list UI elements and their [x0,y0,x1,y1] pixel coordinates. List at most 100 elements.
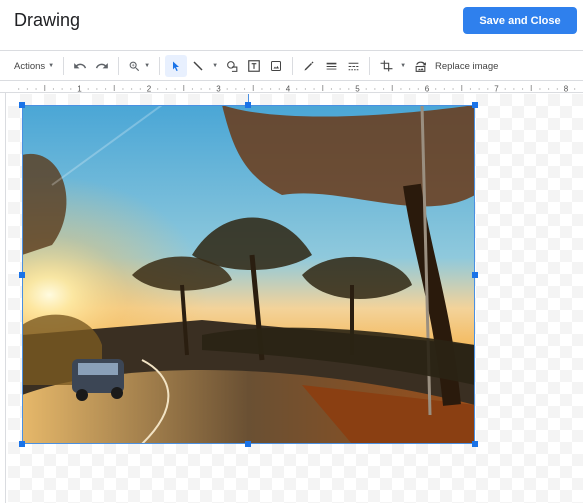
ruler-tick [365,88,367,90]
text-box-button[interactable] [243,55,265,77]
ruler-tick [200,88,202,90]
ruler-tick [513,88,515,90]
ruler-label: 5 [355,85,360,94]
ruler-tick [270,88,272,90]
resize-handle-left[interactable] [19,272,25,278]
crop-icon [380,60,393,71]
ruler-tick [469,88,472,90]
ruler-tick [487,88,489,90]
ruler-label: 4 [286,85,291,94]
ruler-tick [52,88,55,90]
actions-menu[interactable]: Actions ▼ [10,55,58,77]
ruler-tick [61,88,63,90]
ruler-tick [539,88,541,90]
toolbar-divider [292,57,294,75]
border-weight-icon [326,62,336,69]
sunset-photo [22,105,475,444]
resize-handle-top-left[interactable] [19,102,25,108]
ruler-tick [35,88,37,90]
resize-handle-bottom[interactable] [245,441,251,447]
redo-icon [96,63,108,69]
ruler-tick [400,88,402,90]
ruler-label: 6 [425,85,430,94]
ruler-tick [548,88,550,90]
zoom-icon [129,61,140,71]
chevron-down-icon: ▼ [144,63,151,69]
ruler-tick [313,88,315,90]
ruler-tick [174,88,176,90]
ruler-tick [435,88,437,90]
undo-button[interactable] [69,55,91,77]
redo-button[interactable] [91,55,113,77]
ruler-tick [96,88,98,90]
ruler-tick [504,88,506,90]
ruler-tick [382,88,385,90]
ruler-tick [139,88,141,90]
save-and-close-button[interactable]: Save and Close [463,7,577,34]
ruler-tick [70,88,72,90]
border-dash-icon [348,62,358,70]
toolbar-divider [63,57,65,75]
ruler-tick [348,88,350,90]
replace-image-button[interactable] [409,55,431,77]
ruler-tick [243,88,246,90]
ruler-tick [157,88,159,90]
toolbar-divider [118,57,120,75]
select-icon [173,61,180,71]
ruler-tick [131,88,133,90]
select-button[interactable] [165,55,188,77]
line-button[interactable] [187,55,209,77]
horizontal-ruler: 1 2 3 4 5 6 7 8 [0,80,583,94]
shape-button[interactable] [221,55,243,77]
image-button[interactable] [265,55,287,77]
ruler-tick [296,88,298,90]
zoom-button[interactable]: ▼ [124,55,154,77]
ruler-tick [165,88,167,90]
shape-icon [226,60,237,72]
ruler-tick [374,88,376,90]
ruler-tick [278,88,280,90]
replace-image-link[interactable]: Replace image [431,55,502,77]
ruler-tick [209,88,211,90]
toolbar-divider [369,57,371,75]
replace-image-icon [415,61,426,72]
border-color-icon [304,61,314,71]
undo-icon [74,63,87,69]
crop-button[interactable] [375,55,397,77]
ruler-tick [191,88,194,90]
chevron-down-icon[interactable]: ▼ [400,63,406,69]
ruler-tick [261,88,263,90]
ruler-tick [104,88,107,90]
ruler-tick [521,88,524,90]
image-icon [271,61,282,71]
ruler-label: 1 [77,85,82,94]
resize-handle-right[interactable] [472,272,478,278]
resize-handle-top-right[interactable] [472,102,478,108]
ruler-tick [18,88,20,90]
border-color-button[interactable] [298,55,320,77]
dialog-title: Drawing [14,10,81,30]
selected-image[interactable] [22,105,475,444]
ruler-tick [409,88,411,90]
ruler-tick [339,88,341,90]
ruler-tick [443,88,445,90]
ruler-label: 7 [494,85,499,94]
ruler-label: 8 [564,85,569,94]
toolbar: Actions ▼ ▼ ▼ ▼ Replace image [0,52,583,80]
ruler-label: 2 [147,85,152,94]
vertical-ruler [0,93,6,503]
resize-handle-top[interactable] [245,102,251,108]
toolbar-divider [159,57,161,75]
resize-handle-bottom-right[interactable] [472,441,478,447]
resize-handle-bottom-left[interactable] [19,441,25,447]
border-weight-button[interactable] [320,55,342,77]
ruler-tick [122,88,124,90]
chevron-down-icon[interactable]: ▼ [212,63,218,69]
line-icon [193,61,203,71]
ruler-tick [304,88,306,90]
ruler-label: 3 [216,85,221,94]
ruler-tick [226,88,228,90]
border-dash-button[interactable] [342,55,364,77]
ruler-tick [26,88,28,90]
ruler-ticks: 1 2 3 4 5 6 7 8 [18,85,576,94]
